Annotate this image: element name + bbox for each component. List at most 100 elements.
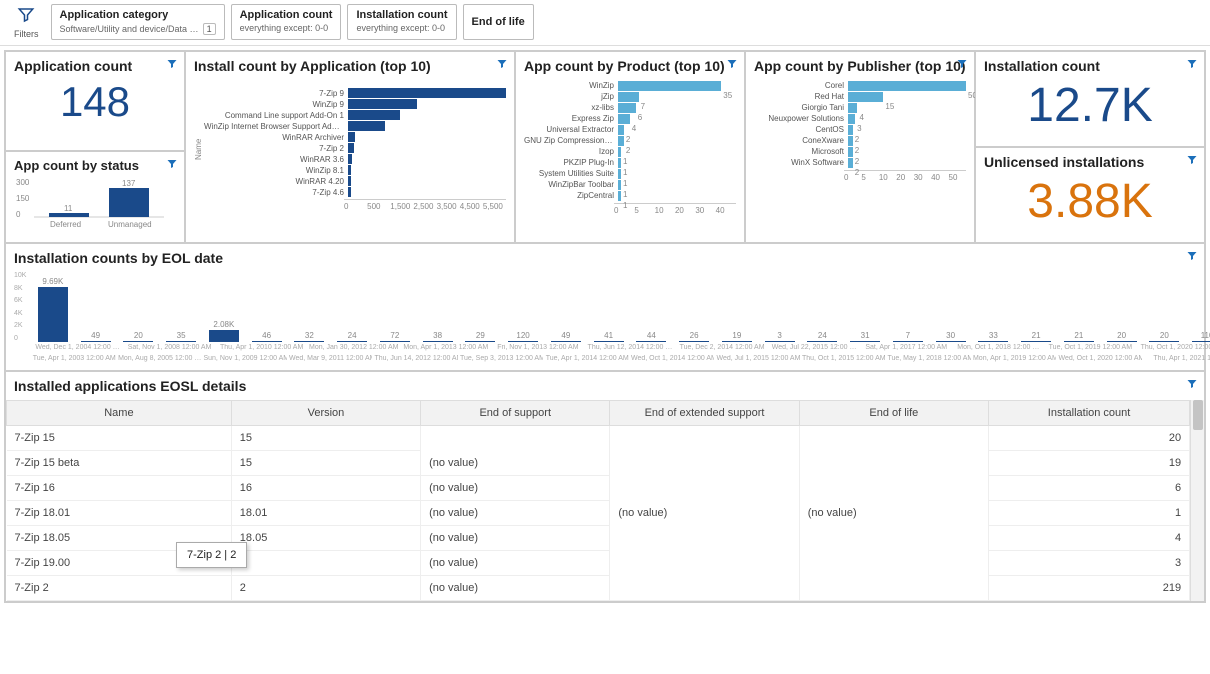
eol-col[interactable]: 31 xyxy=(845,331,886,342)
bar-row[interactable]: GNU Zip Compression …2 xyxy=(524,136,736,146)
eol-col[interactable]: 35 xyxy=(161,331,202,342)
card-filter-icon[interactable] xyxy=(956,58,968,73)
bar-row[interactable]: WinX Software2 xyxy=(754,158,966,168)
filters-button[interactable]: Filters xyxy=(8,4,45,41)
bar-row[interactable]: Corel50 xyxy=(754,81,966,91)
card-filter-icon[interactable] xyxy=(166,158,178,173)
eol-col[interactable]: 3 xyxy=(759,331,800,342)
table-row[interactable]: 7-Zip 1616(no value)6 xyxy=(7,476,1190,501)
eol-bar xyxy=(551,341,581,342)
bar-row[interactable]: 7-Zip 4.6 xyxy=(204,187,506,197)
card-eol-chart[interactable]: Installation counts by EOL date 10K 8K 6… xyxy=(5,243,1205,371)
bar-row[interactable]: System Utilities Suite1 xyxy=(524,169,736,179)
eol-col[interactable]: 24 xyxy=(802,331,843,342)
eol-col[interactable]: 38 xyxy=(417,331,458,342)
eol-col[interactable]: 24 xyxy=(332,331,373,342)
bar-row[interactable]: WinZip35 xyxy=(524,81,736,91)
card-filter-icon[interactable] xyxy=(726,58,738,73)
chip-install-count[interactable]: Installation count everything except: 0-… xyxy=(347,4,456,40)
table-row[interactable]: 7-Zip 1515(no value)(no value)(no value)… xyxy=(7,426,1190,451)
card-app-by-publisher[interactable]: App count by Publisher (top 10) Corel50R… xyxy=(745,51,975,243)
eol-col[interactable]: 20 xyxy=(1101,331,1142,342)
eol-col[interactable]: 110 xyxy=(1187,331,1210,342)
y-axis-label: Name xyxy=(194,88,204,211)
card-filter-icon[interactable] xyxy=(166,58,178,73)
eol-col[interactable]: 44 xyxy=(631,331,672,342)
bar-row[interactable]: WinZip 9 xyxy=(204,99,506,109)
card-filter-icon[interactable] xyxy=(1186,250,1198,265)
eol-col[interactable]: 7 xyxy=(887,331,928,342)
table-row[interactable]: 7-Zip 22(no value)219 xyxy=(7,576,1190,601)
card-app-count[interactable]: Application count 148 xyxy=(5,51,185,151)
eol-bar xyxy=(1021,341,1051,342)
bar-row[interactable]: WinRAR Archiver xyxy=(204,132,506,142)
col-name[interactable]: Name xyxy=(7,401,232,426)
eol-col[interactable]: 26 xyxy=(674,331,715,342)
table-row[interactable]: 7-Zip 18.0118.01(no value)1 xyxy=(7,501,1190,526)
eol-col[interactable]: 20 xyxy=(118,331,159,342)
eol-bar xyxy=(1107,341,1137,342)
card-install-by-app[interactable]: Install count by Application (top 10) Na… xyxy=(185,51,515,243)
bar-row[interactable]: xz-libs6 xyxy=(524,103,736,113)
eol-col[interactable]: 33 xyxy=(973,331,1014,342)
col-version[interactable]: Version xyxy=(231,401,420,426)
bar-row[interactable]: CentOS2 xyxy=(754,125,966,135)
chip-sub: everything except: 0-0 xyxy=(240,23,333,33)
eol-col[interactable]: 21 xyxy=(1058,331,1099,342)
eol-col[interactable]: 29 xyxy=(460,331,501,342)
bar-row[interactable]: Express Zip4 xyxy=(524,114,736,124)
table-scrollbar[interactable] xyxy=(1190,400,1204,601)
eol-col[interactable]: 46 xyxy=(246,331,287,342)
eol-col[interactable]: 21 xyxy=(1016,331,1057,342)
bar-label: Red Hat xyxy=(754,92,844,101)
col-install-count[interactable]: Installation count xyxy=(988,401,1189,426)
bar-row[interactable]: WinZip 8.1 xyxy=(204,165,506,175)
bar-row[interactable]: Microsoft2 xyxy=(754,147,966,157)
bar-row[interactable]: Izop1 xyxy=(524,147,736,157)
bar-row[interactable]: PKZIP Plug-In1 xyxy=(524,158,736,168)
eol-col[interactable]: 49 xyxy=(75,331,116,342)
bar-row[interactable]: ZipCentral1 xyxy=(524,191,736,201)
card-eosl-table[interactable]: Installed applications EOSL details Name… xyxy=(5,371,1205,602)
card-filter-icon[interactable] xyxy=(1186,378,1198,393)
bar-row[interactable]: ConeXware2 xyxy=(754,136,966,146)
card-unlicensed[interactable]: Unlicensed installations 3.88K xyxy=(975,147,1205,243)
bar-row[interactable]: WinRAR 4.20 xyxy=(204,176,506,186)
bar-row[interactable]: 7-Zip 9 xyxy=(204,88,506,98)
bar-row[interactable]: WinZipBar Toolbar1 xyxy=(524,180,736,190)
col-eol[interactable]: End of life xyxy=(799,401,988,426)
bar-row[interactable]: Command Line support Add-On 1 xyxy=(204,110,506,120)
eol-bar xyxy=(765,341,795,342)
bar-row[interactable]: jZip7 xyxy=(524,92,736,102)
eol-col[interactable]: 49 xyxy=(545,331,586,342)
scroll-thumb[interactable] xyxy=(1193,400,1203,430)
card-filter-icon[interactable] xyxy=(496,58,508,73)
col-eos[interactable]: End of support xyxy=(421,401,610,426)
bar-row[interactable]: Red Hat15 xyxy=(754,92,966,102)
bar-row[interactable]: Universal Extractor2 xyxy=(524,125,736,135)
bar-row[interactable]: Giorgio Tani4 xyxy=(754,103,966,113)
bar-row[interactable]: 7-Zip 2 xyxy=(204,143,506,153)
card-filter-icon[interactable] xyxy=(1186,154,1198,169)
bar-row[interactable]: WinZip Internet Browser Support Add-On xyxy=(204,121,506,131)
eol-col[interactable]: 2.08K xyxy=(203,320,244,342)
card-app-status[interactable]: App count by status 300 150 0 11 Deferre… xyxy=(5,151,185,243)
chip-app-count[interactable]: Application count everything except: 0-0 xyxy=(231,4,342,40)
col-eoes[interactable]: End of extended support xyxy=(610,401,799,426)
eol-col[interactable]: 41 xyxy=(588,331,629,342)
eol-col[interactable]: 72 xyxy=(374,331,415,342)
card-app-by-product[interactable]: App count by Product (top 10) WinZip35jZ… xyxy=(515,51,745,243)
eol-col[interactable]: 32 xyxy=(289,331,330,342)
eol-col[interactable]: 30 xyxy=(930,331,971,342)
eol-col[interactable]: 120 xyxy=(503,331,544,342)
bar-row[interactable]: WinRAR 3.6 xyxy=(204,154,506,164)
eol-col[interactable]: 19 xyxy=(716,331,757,342)
chip-end-of-life[interactable]: End of life xyxy=(463,4,534,40)
eol-col[interactable]: 20 xyxy=(1144,331,1185,342)
filters-label: Filters xyxy=(14,29,39,39)
bar-row[interactable]: Neuxpower Solutions3 xyxy=(754,114,966,124)
eol-col[interactable]: 9.69K xyxy=(32,277,73,342)
card-filter-icon[interactable] xyxy=(1186,58,1198,73)
chip-app-category[interactable]: Application category Software/Utility an… xyxy=(51,4,225,40)
card-install-count[interactable]: Installation count 12.7K xyxy=(975,51,1205,147)
